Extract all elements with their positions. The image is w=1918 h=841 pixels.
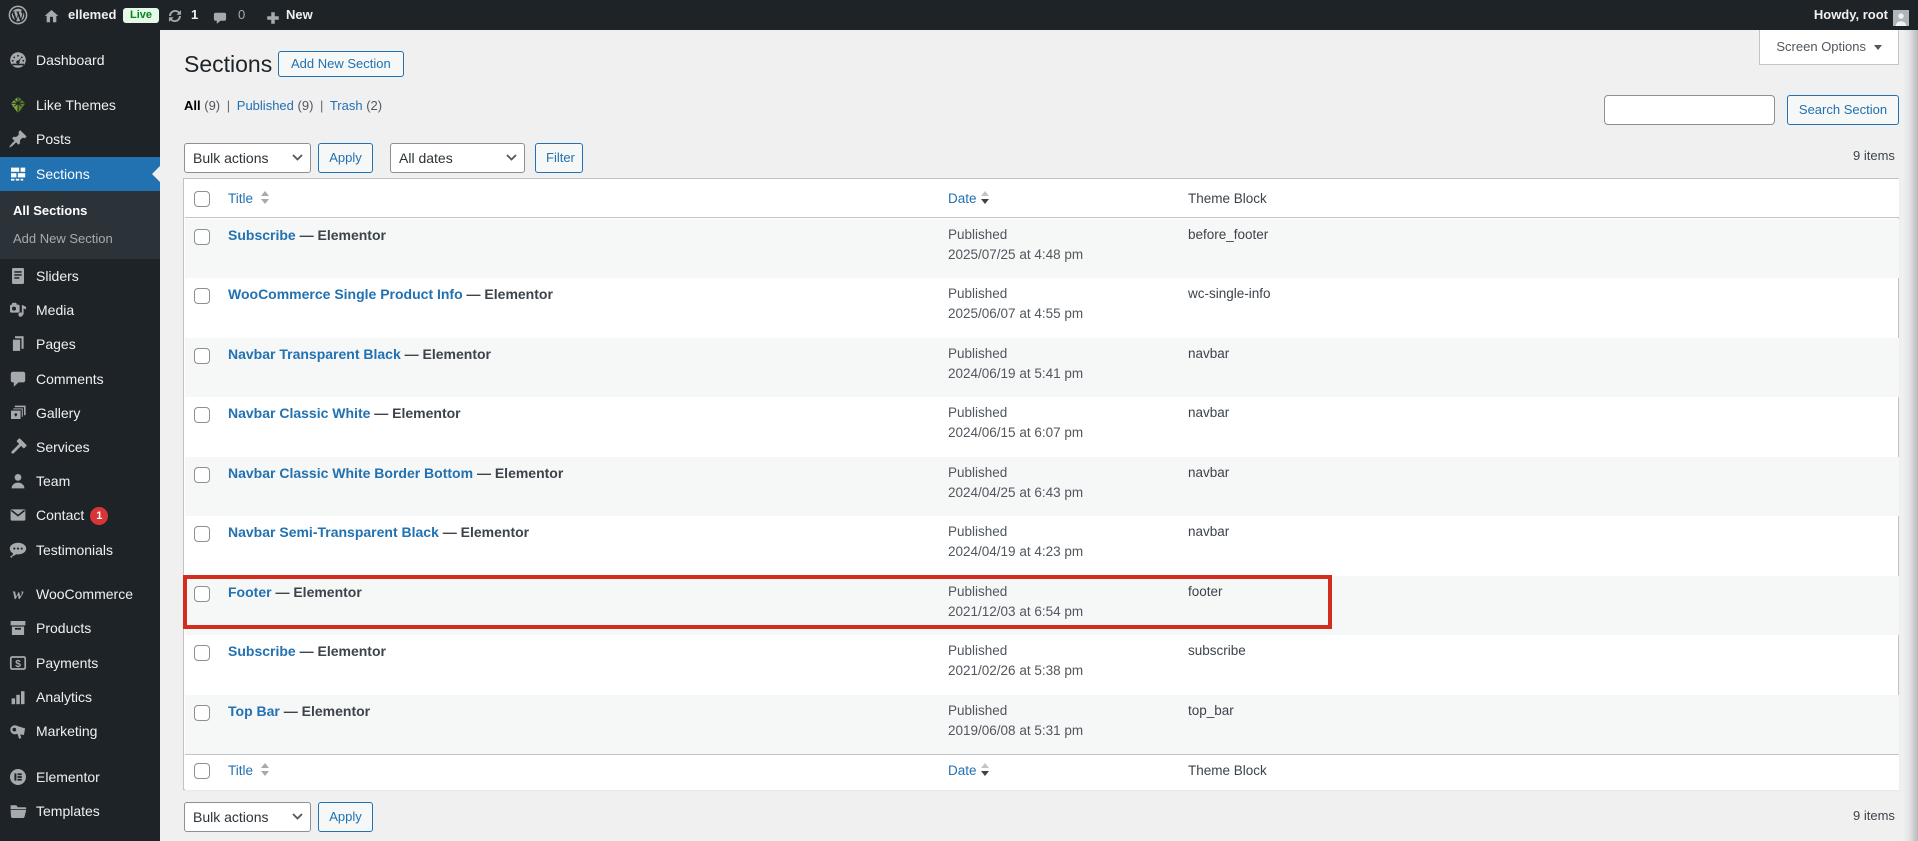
svg-text:w: w bbox=[13, 586, 24, 603]
svg-text:$: $ bbox=[15, 658, 21, 670]
